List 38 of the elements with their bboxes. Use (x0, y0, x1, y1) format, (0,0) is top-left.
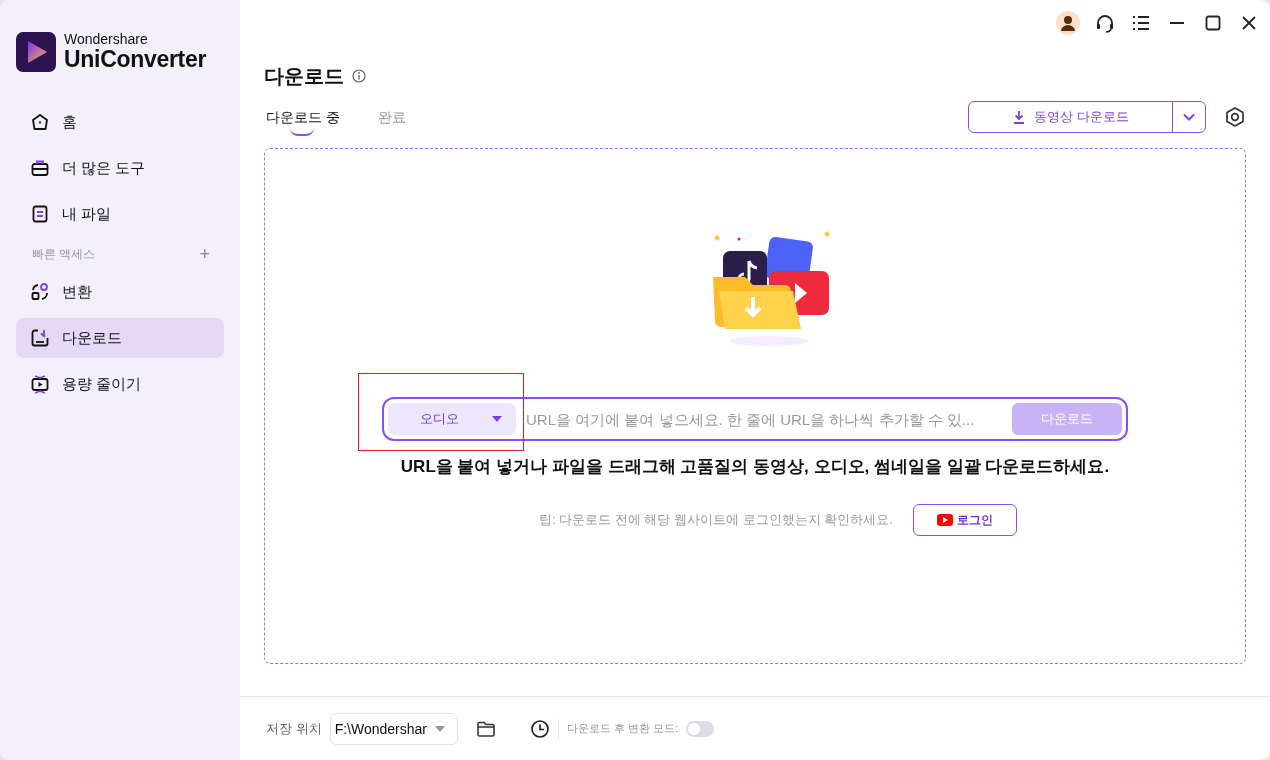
convert-icon (30, 282, 50, 302)
format-dropdown[interactable]: 오디오 (388, 403, 516, 435)
tip-text: 팁: 다운로드 전에 해당 웹사이트에 로그인했는지 확인하세요. (539, 511, 893, 529)
headset-icon[interactable] (1094, 12, 1116, 34)
product-name: UniConverter (64, 47, 207, 72)
home-icon (30, 112, 50, 132)
compress-icon (30, 374, 50, 394)
drop-zone[interactable]: 오디오 URL을 여기에 붙여 넣으세요. 한 줄에 URL을 하나씩 추가할 수 있... 다운로드 URL을 붙여 넣거나 파일을 드래그해 고품질의 동영상, 오디오, 썸네일을 일괄 다운로드하세요. 팁: 다운로드 전에 해당 웹사이트에 로그인했는지 확인하세요. 로그인 (264, 148, 1246, 664)
download-icon (30, 328, 50, 348)
sidebar-item[interactable]: 변환 (16, 272, 224, 312)
tab[interactable]: 다운로드 중 (264, 105, 342, 137)
info-icon[interactable] (352, 69, 366, 83)
settings-icon[interactable] (1224, 106, 1246, 128)
brand-name: Wondershare (64, 32, 149, 47)
clock-icon[interactable] (529, 718, 550, 739)
save-location-label: 저장 위치 (266, 719, 322, 738)
toolbox-icon (30, 158, 50, 178)
download-icon (1012, 110, 1027, 124)
login-button[interactable]: 로그인 (912, 504, 1017, 536)
avatar-icon[interactable] (1056, 11, 1080, 35)
sidebar-item[interactable]: 홈 (16, 102, 224, 142)
folder-icon[interactable] (475, 719, 496, 738)
sidebar-item[interactable]: 용량 줄이기 (16, 364, 224, 404)
save-path-dropdown[interactable]: F:\Wondershar (329, 712, 458, 745)
instruction-text: URL을 붙여 넣거나 파일을 드래그해 고품질의 동영상, 오디오, 썸네일을 일괄 다운로드하세요. (400, 456, 1110, 478)
sidebar-item[interactable]: 내 파일 (16, 194, 224, 234)
caret-icon (492, 416, 502, 422)
toggle-switch[interactable] (686, 720, 715, 737)
url-field[interactable]: 오디오 URL을 여기에 붙여 넣으세요. 한 줄에 URL을 하나씩 추가할 수 있... 다운로드 (382, 397, 1128, 441)
convert-mode-label: 다운로드 후 변환 모드: (566, 721, 679, 736)
page-title: 다운로드 (264, 63, 344, 89)
section-label: 빠른 액세스 (32, 245, 96, 263)
sidebar-item[interactable]: 다운로드 (16, 318, 224, 358)
play-icon (936, 514, 953, 526)
sidebar-item[interactable]: 더 많은 도구 (16, 148, 224, 188)
app-logo-icon (16, 32, 56, 72)
caret-icon (434, 725, 445, 732)
file-icon (30, 204, 50, 224)
